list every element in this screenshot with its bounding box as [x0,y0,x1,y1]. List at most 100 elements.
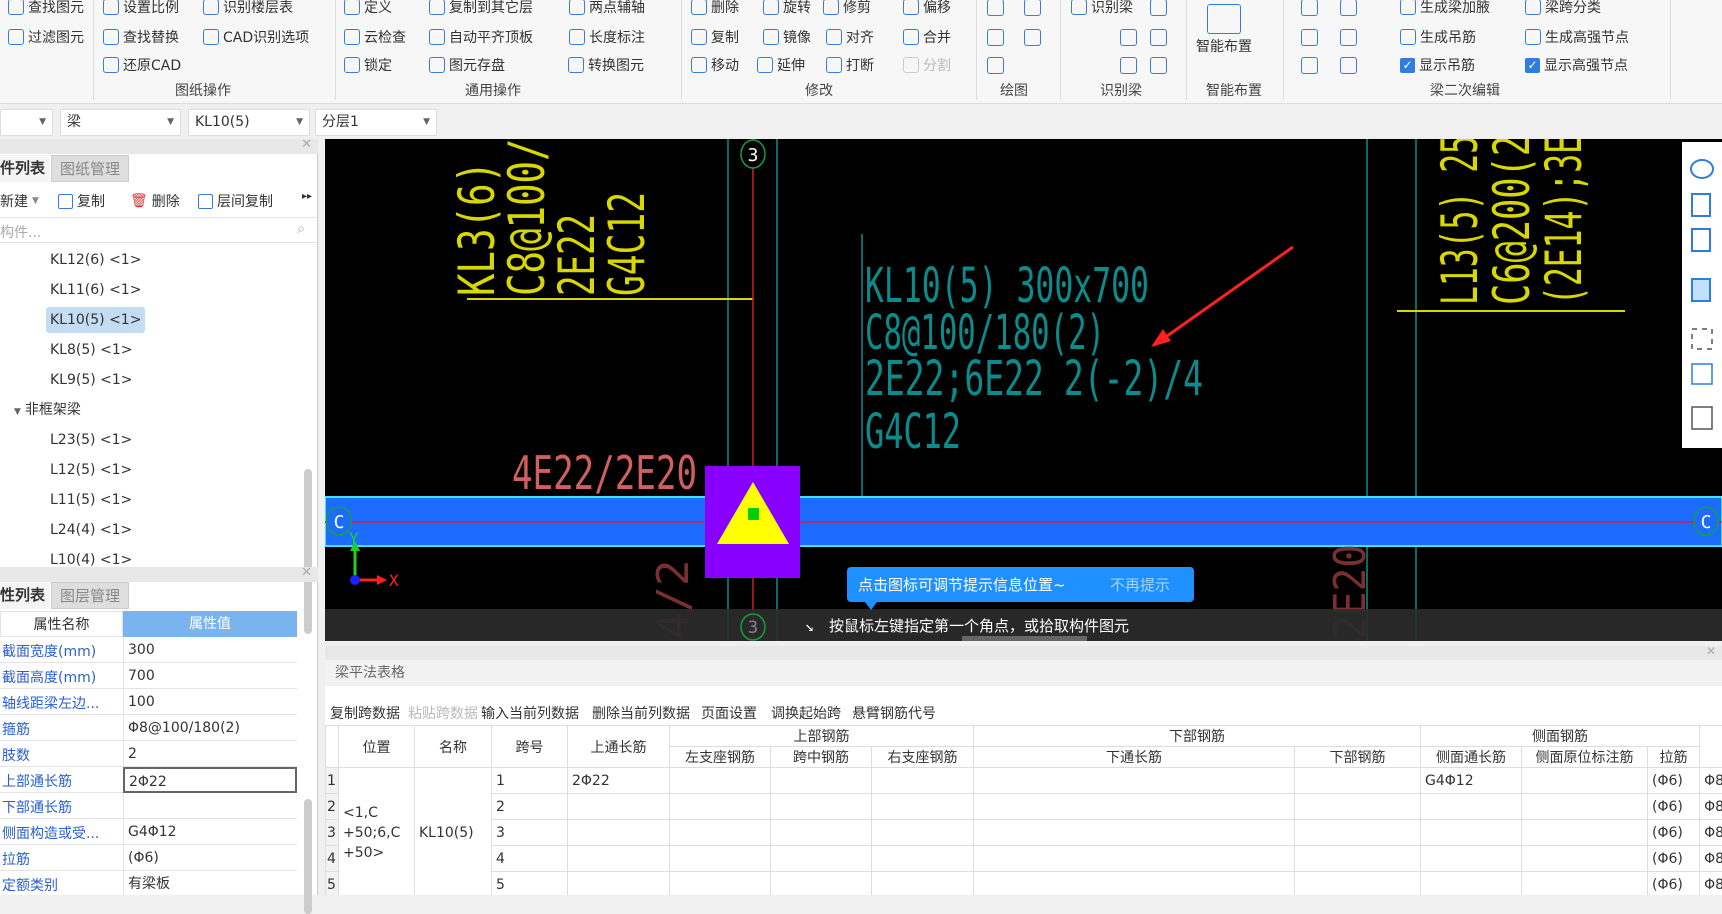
tool-icon[interactable] [1120,57,1137,74]
property-row[interactable]: 箍筋Φ8@100/180(2) [0,715,297,741]
position-cell[interactable]: <1,C +50;6,C +50> [339,768,415,896]
tool-icon[interactable] [987,57,1004,74]
tool-icon[interactable] [1340,29,1357,46]
span-cell[interactable]: 2 [492,794,568,820]
tool-icon[interactable] [1301,0,1318,16]
stirrup-cell[interactable]: Φ8 [1700,768,1722,794]
rebar-cell[interactable] [1295,872,1421,896]
more-icon[interactable]: ▸▸ [302,191,312,202]
tooltip-dismiss-link[interactable]: 不再提示 [1110,576,1170,594]
ribbon-button[interactable]: 还原CAD [103,55,181,75]
property-row[interactable]: 截面高度(mm)700 [0,663,297,689]
rebar-cell[interactable] [872,846,974,872]
tie-bar-cell[interactable]: (Φ6) [1648,768,1700,794]
rebar-cell[interactable] [872,872,974,896]
column-header[interactable]: 上通长筋 [568,726,670,768]
column-header[interactable]: 侧面通长筋 [1421,747,1522,768]
top-through-bar-cell[interactable] [568,794,670,820]
ribbon-button[interactable]: 云检查 [344,27,406,47]
stirrup-cell[interactable]: Φ8 [1700,846,1722,872]
top-through-bar-cell[interactable] [568,820,670,846]
ribbon-button[interactable]: 长度标注 [569,27,645,47]
panel-splitter[interactable]: ✕ [325,646,1722,660]
table-row[interactable]: 1<1,C +50;6,C +50>KL10(5)12Φ22G4Φ12(Φ6)Φ… [326,768,1722,794]
rebar-cell[interactable] [1295,794,1421,820]
stirrup-cell[interactable]: Φ8 [1700,820,1722,846]
rebar-cell[interactable] [974,846,1295,872]
tree-item[interactable]: KL9(5) <1> [46,367,137,393]
column-header[interactable]: 侧面原位标注筋 [1522,747,1648,768]
rebar-cell[interactable] [670,768,771,794]
ribbon-button[interactable]: 设置比例 [103,0,179,17]
top-through-bar-cell[interactable] [568,846,670,872]
rebar-cell[interactable] [1295,846,1421,872]
floor-copy-button[interactable]: 层间复制 [198,191,273,211]
side-through-bar-cell[interactable] [1421,846,1522,872]
search-component-field[interactable]: 构件... ⌕ [0,217,317,243]
grip-point[interactable] [748,508,759,520]
tool-icon[interactable] [1340,57,1357,74]
tool-icon[interactable] [987,29,1004,46]
drawing-canvas[interactable]: KL3(6) 3 C8@100/1 2E22 G4C12 L13(5) 25 C… [325,139,1722,641]
span-cell[interactable]: 5 [492,872,568,896]
property-row[interactable]: 定额类别有梁板 [0,871,297,895]
ribbon-button[interactable]: 自动平齐顶板 [429,27,533,47]
ribbon-button[interactable]: 偏移 [903,0,951,17]
rebar-cell[interactable] [872,794,974,820]
column-header[interactable]: 跨号 [492,726,568,768]
tie-bar-cell[interactable]: (Φ6) [1648,794,1700,820]
ribbon-button[interactable]: 延伸 [757,55,805,75]
floor-select[interactable]: ▼ [0,109,53,136]
ribbon-button[interactable]: 图元存盘 [429,55,505,75]
rebar-cell[interactable] [670,794,771,820]
rebar-cell[interactable] [1295,768,1421,794]
column-header[interactable]: 拉筋 [1648,747,1700,768]
table-toolbar-button[interactable]: 复制跨数据 [330,703,400,723]
rebar-cell[interactable] [670,846,771,872]
tab-layer-management[interactable]: 图层管理 [51,582,129,609]
rebar-cell[interactable] [872,768,974,794]
column-header[interactable]: 下通长筋 [974,747,1295,768]
tree-scrollbar[interactable] [304,469,312,634]
top-through-bar-cell[interactable]: 2Φ22 [568,768,670,794]
table-toolbar-button[interactable]: 页面设置 [701,703,757,723]
tool-icon[interactable] [1301,57,1318,74]
ribbon-button[interactable]: 旋转 [763,0,811,17]
property-row[interactable]: 侧面构造或受...G4Φ12 [0,819,297,845]
rebar-cell[interactable] [771,768,872,794]
layer-select[interactable]: 分层1▼ [315,109,437,136]
table-row[interactable]: 55(Φ6)Φ8 [326,872,1722,896]
side-through-bar-cell[interactable] [1421,872,1522,896]
property-scrollbar[interactable] [304,799,312,914]
table-toolbar-button[interactable]: 悬臂钢筋代号 [852,703,936,723]
ribbon-button[interactable]: 删除 [691,0,739,17]
rebar-cell[interactable] [771,872,872,896]
ribbon-button[interactable]: 合并 [903,27,951,47]
ribbon-button[interactable]: 生成梁加腋 [1400,0,1490,17]
table-toolbar-button[interactable]: 输入当前列数据 [481,703,579,723]
span-cell[interactable]: 4 [492,846,568,872]
rebar-cell[interactable] [771,820,872,846]
tree-item[interactable]: KL12(6) <1> [46,247,145,273]
column-header[interactable]: 跨中钢筋 [771,747,872,768]
rebar-cell[interactable] [974,820,1295,846]
side-through-bar-cell[interactable] [1421,820,1522,846]
property-row[interactable]: 肢数2 [0,741,297,767]
close-icon[interactable]: ✕ [301,137,312,152]
ribbon-button[interactable]: 转换图元 [568,55,644,75]
table-row[interactable]: 22(Φ6)Φ8 [326,794,1722,820]
ribbon-button[interactable]: CAD识别选项 [203,27,309,47]
tie-bar-cell[interactable]: (Φ6) [1648,872,1700,896]
caret-down-icon[interactable]: ▼ [14,407,21,417]
tree-item[interactable]: L12(5) <1> [46,457,136,483]
close-icon[interactable]: ✕ [1706,644,1716,658]
tool-icon[interactable] [1150,0,1167,16]
table-row[interactable]: 44(Φ6)Φ8 [326,846,1722,872]
column-header[interactable]: 右支座钢筋 [872,747,974,768]
side-rebar-cell[interactable] [1522,768,1648,794]
smart-layout-button[interactable]: 智能布置 [1196,4,1252,56]
rebar-cell[interactable] [974,872,1295,896]
copy-button[interactable]: 复制 [58,191,105,211]
ribbon-button[interactable]: 识别梁 [1071,0,1133,17]
type-select[interactable]: 梁▼ [60,109,181,136]
